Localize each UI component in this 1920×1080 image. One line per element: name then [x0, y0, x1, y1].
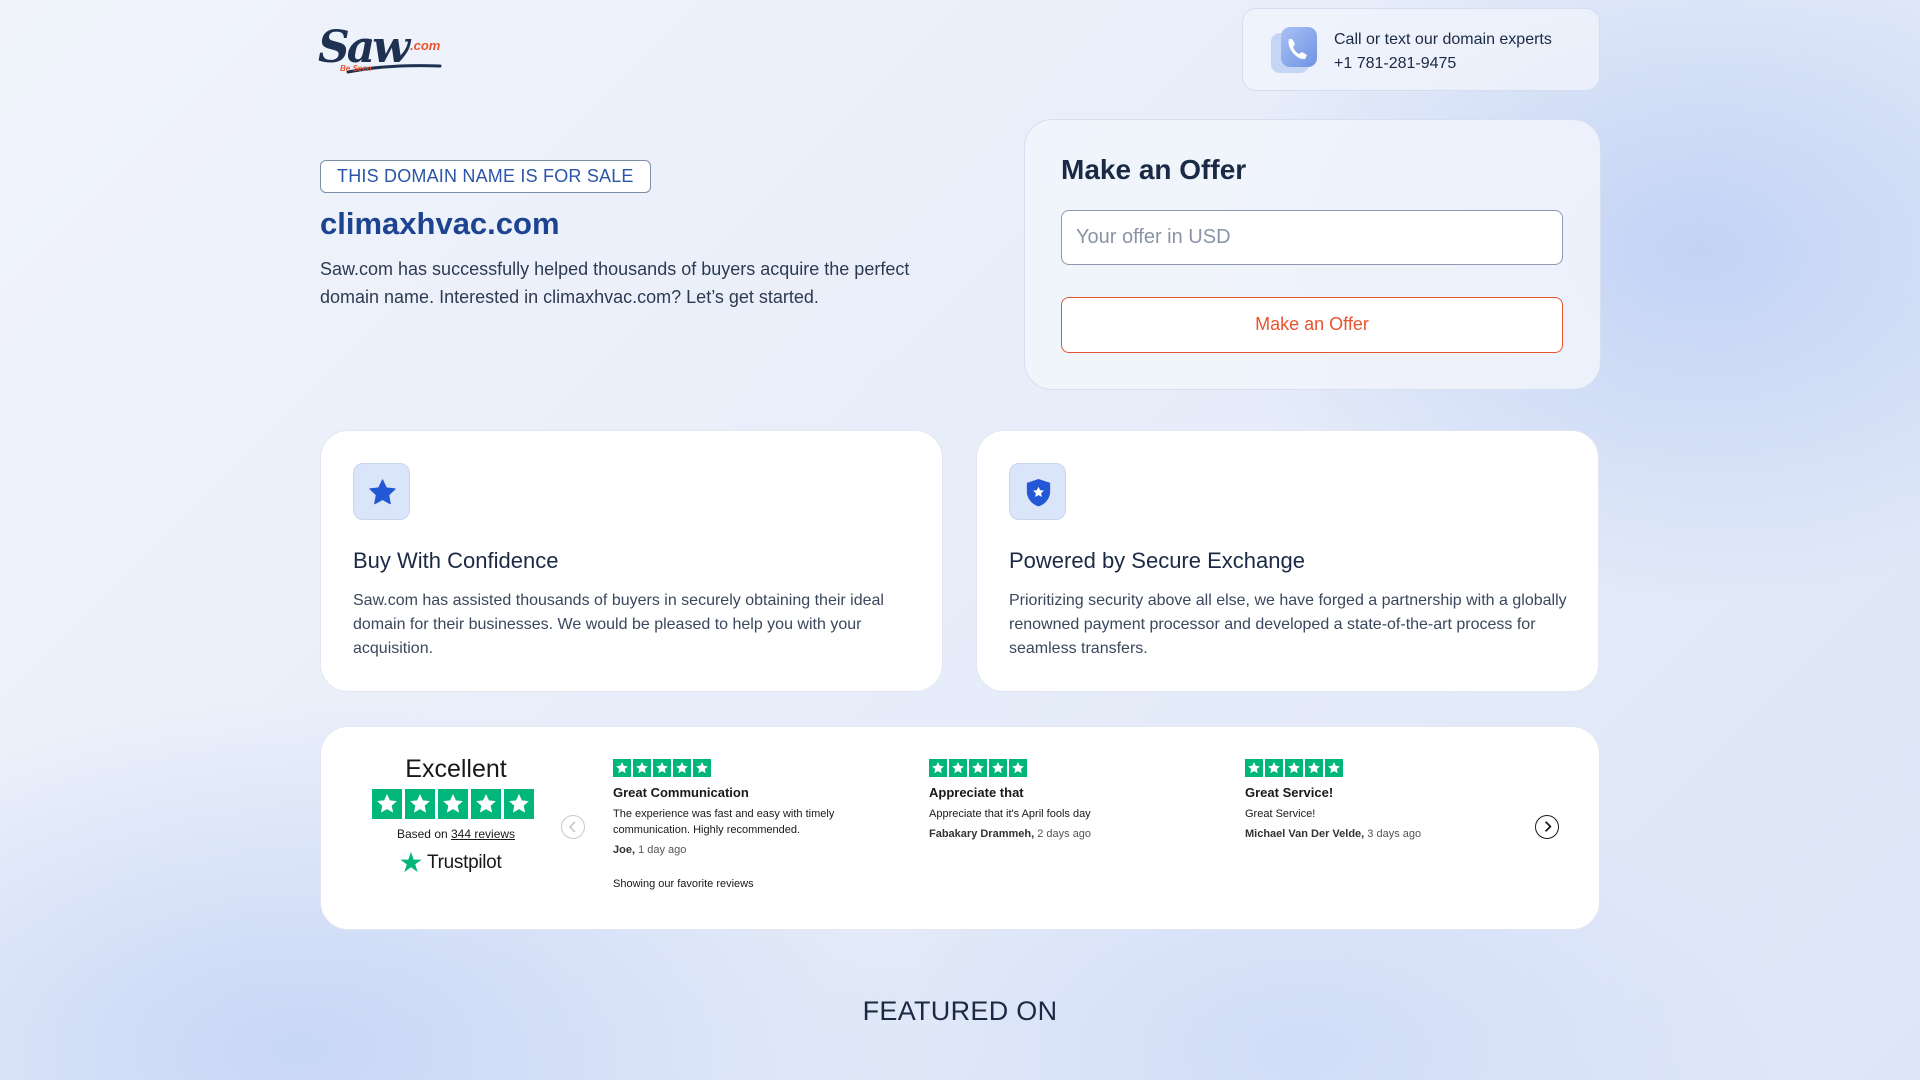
review-title: Great Service! — [1245, 785, 1334, 800]
review-author: Michael Van Der Velde, — [1245, 828, 1365, 840]
contact-label: Call or text our domain experts — [1334, 31, 1552, 48]
contact-card[interactable]: Call or text our domain experts +1 781-2… — [1242, 8, 1600, 91]
review-meta: Joe, 1 day ago — [613, 844, 893, 856]
trustpilot-star-logo-icon — [400, 852, 422, 873]
logo-swoosh-icon — [346, 64, 442, 74]
hero-description: Saw.com has successfully helped thousand… — [320, 259, 910, 307]
trustpilot-rating-word: Excellent — [405, 755, 507, 783]
trustpilot-star-icon — [504, 789, 534, 819]
review-star-icon — [673, 759, 691, 777]
review-stars — [613, 759, 893, 777]
feature-title: Powered by Secure Exchange — [1009, 548, 1305, 573]
review-time: 2 days ago — [1034, 828, 1092, 840]
feature-description: Prioritizing security above all else, we… — [1009, 592, 1567, 657]
trustpilot-stars — [372, 789, 534, 819]
showing-favorite-reviews-label: Showing our favorite reviews — [613, 878, 754, 890]
review-card[interactable]: Great Service! Great Service! Michael Va… — [1245, 759, 1525, 840]
chevron-right-icon — [1544, 821, 1552, 832]
review-body: Appreciate that it's April fools day — [929, 808, 1091, 820]
phone-icon — [1271, 27, 1317, 73]
review-star-icon — [1009, 759, 1027, 777]
review-author: Fabakary Drammeh, — [929, 828, 1035, 840]
review-star-icon — [989, 759, 1007, 777]
make-offer-card: Make an Offer Make an Offer — [1024, 119, 1601, 390]
review-title: Great Communication — [613, 785, 749, 800]
logo-suffix: .com — [410, 38, 441, 53]
featured-on-heading: FEATURED ON — [862, 996, 1058, 1026]
review-card[interactable]: Great Communication The experience was f… — [613, 759, 893, 856]
review-star-icon — [1245, 759, 1263, 777]
trustpilot-logo-text: Trustpilot — [427, 852, 502, 873]
contact-phone-link[interactable]: +1 781-281-9475 — [1334, 55, 1456, 73]
feature-card-confidence: Buy With Confidence Saw.com has assisted… — [320, 430, 943, 692]
review-star-icon — [929, 759, 947, 777]
review-card[interactable]: Appreciate that Appreciate that it's Apr… — [929, 759, 1209, 840]
saw-logo[interactable]: Saw .com Be Seen — [318, 24, 442, 76]
feature-icon-box — [353, 463, 410, 520]
review-body: Great Service! — [1245, 808, 1316, 820]
trustpilot-star-icon — [405, 789, 435, 819]
feature-description: Saw.com has assisted thousands of buyers… — [353, 592, 884, 657]
logo-tagline: Be Seen — [340, 64, 372, 73]
next-review-button[interactable] — [1535, 815, 1559, 839]
review-star-icon — [949, 759, 967, 777]
shield-icon — [1026, 478, 1051, 507]
review-star-icon — [633, 759, 651, 777]
review-author: Joe, — [613, 844, 636, 856]
trustpilot-star-icon — [471, 789, 501, 819]
make-offer-button[interactable]: Make an Offer — [1061, 297, 1563, 353]
review-title: Appreciate that — [929, 785, 1024, 800]
trustpilot-star-icon — [372, 789, 402, 819]
trustpilot-logo[interactable]: Trustpilot — [399, 851, 502, 875]
offer-amount-input[interactable] — [1061, 210, 1563, 265]
review-star-icon — [1325, 759, 1343, 777]
feature-icon-box — [1009, 463, 1066, 520]
review-star-icon — [1285, 759, 1303, 777]
review-time: 3 days ago — [1364, 828, 1422, 840]
offer-card-title: Make an Offer — [1061, 154, 1247, 185]
review-star-icon — [693, 759, 711, 777]
trustpilot-star-icon — [438, 789, 468, 819]
domain-name-heading: climaxhvac.com — [320, 206, 560, 241]
star-icon — [369, 479, 396, 505]
based-on-label: Based on — [396, 827, 451, 841]
for-sale-badge: THIS DOMAIN NAME IS FOR SALE — [320, 160, 651, 193]
review-star-icon — [613, 759, 631, 777]
review-star-icon — [1265, 759, 1283, 777]
review-star-icon — [1305, 759, 1323, 777]
review-meta: Michael Van Der Velde, 3 days ago — [1245, 828, 1525, 840]
feature-card-secure-exchange: Powered by Secure Exchange Prioritizing … — [976, 430, 1599, 692]
review-star-icon — [653, 759, 671, 777]
review-body: The experience was fast and easy with ti… — [613, 808, 835, 836]
trustpilot-reviews-widget: Excellent Based on 344 reviews Trustpilo… — [320, 726, 1600, 930]
previous-review-button[interactable] — [561, 815, 585, 839]
review-meta: Fabakary Drammeh, 2 days ago — [929, 828, 1209, 840]
chevron-left-icon — [568, 821, 576, 833]
review-stars — [1245, 759, 1525, 777]
review-count-link[interactable]: 344 reviews — [451, 827, 515, 841]
feature-title: Buy With Confidence — [353, 548, 559, 573]
review-stars — [929, 759, 1209, 777]
trustpilot-based-on: Based on 344 reviews — [371, 827, 541, 841]
review-star-icon — [969, 759, 987, 777]
review-time: 1 day ago — [635, 844, 687, 856]
